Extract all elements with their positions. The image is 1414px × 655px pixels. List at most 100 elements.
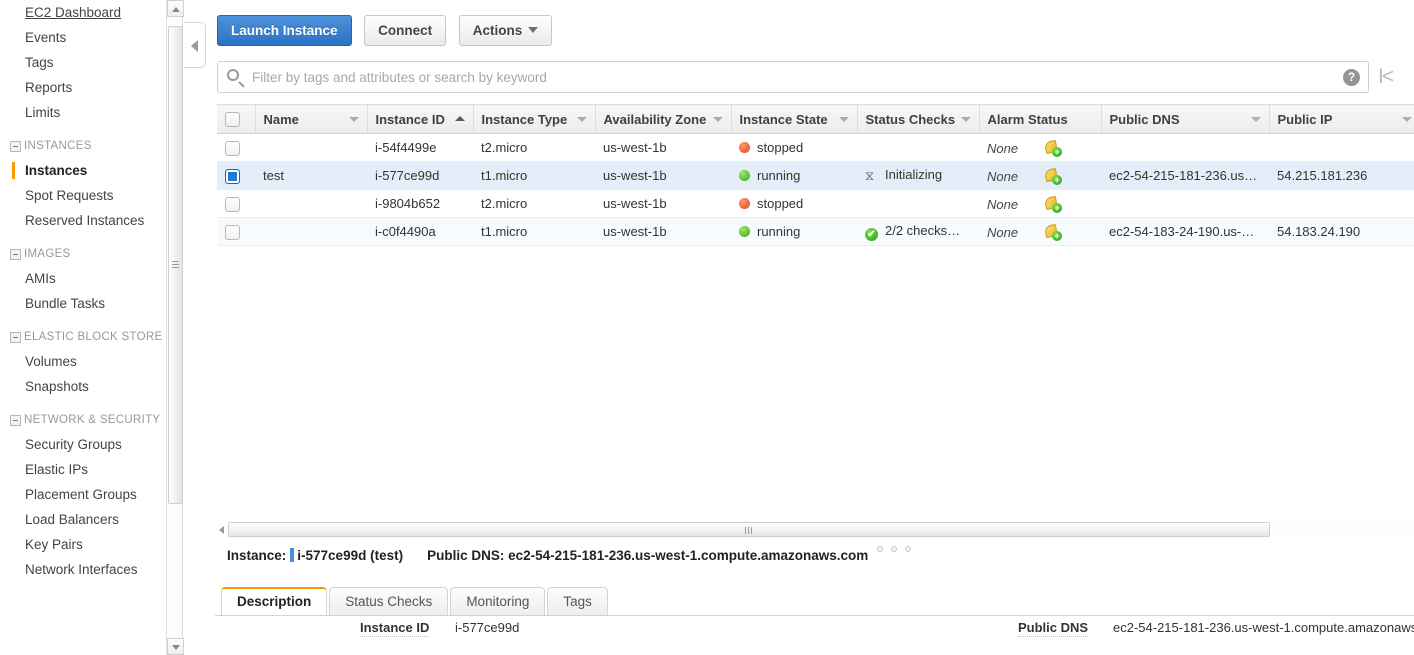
tab-description[interactable]: Description (221, 587, 328, 616)
table-horizontal-scrollbar[interactable] (215, 521, 1414, 538)
cell-public-dns-text: ec2-54-215-181-236.us-… (1109, 168, 1262, 183)
sort-descending-icon[interactable] (1250, 117, 1261, 122)
cell-availability-zone-text: us-west-1b (603, 196, 667, 211)
collapse-group-icon[interactable] (10, 332, 21, 343)
hscroll-thumb[interactable] (228, 522, 1270, 537)
sidebar-item-reserved-instances[interactable]: Reserved Instances (0, 208, 166, 233)
row-checkbox[interactable] (225, 140, 240, 156)
column-header-public-dns[interactable]: Public DNS (1101, 104, 1270, 134)
sidebar-item-label: Network Interfaces (25, 562, 138, 577)
table-body: i-54f4499e t2.micro us-west-1b stopped None +… (217, 133, 1414, 246)
first-page-button[interactable]: I< (1378, 64, 1394, 90)
sidebar-scroll-thumb[interactable] (168, 26, 183, 504)
table-row[interactable]: i-54f4499e t2.micro us-west-1b stopped None + (217, 133, 1414, 162)
sidebar-item-amis[interactable]: AMIs (0, 266, 166, 291)
tab-tags[interactable]: Tags (547, 587, 608, 616)
table-row[interactable]: test i-577ce99d t1.micro us-west-1b running ⧖… (217, 161, 1414, 190)
column-header-alarm-status[interactable]: Alarm Status (979, 104, 1102, 134)
connect-button[interactable]: Connect (364, 15, 447, 46)
sidebar-group-label: IMAGES (24, 248, 71, 260)
status-check-passed-icon: ✔ (865, 227, 878, 241)
instances-table-container: Name Instance ID Instance Type Availability… (217, 104, 1414, 246)
sidebar-scrollbar[interactable] (166, 0, 184, 655)
table-row[interactable]: i-9804b652 t2.micro us-west-1b stopped None + (217, 189, 1414, 218)
column-header-instance-state[interactable]: Instance State (731, 104, 858, 134)
table-row[interactable]: i-c0f4490a t1.micro us-west-1b running ✔ 2/2 … (217, 217, 1414, 246)
sidebar-item-key-pairs[interactable]: Key Pairs (0, 532, 166, 557)
alarm-status-text: None (987, 196, 1019, 212)
sort-descending-icon[interactable] (1401, 117, 1412, 122)
row-checkbox[interactable] (225, 196, 240, 212)
sort-ascending-icon[interactable] (454, 116, 465, 121)
sidebar-item-ec2-dashboard[interactable]: EC2 Dashboard (0, 0, 166, 25)
sort-descending-icon[interactable] (576, 117, 587, 122)
cell-instance-type-text: t2.micro (481, 140, 528, 155)
tab-monitoring[interactable]: Monitoring (450, 587, 546, 616)
select-all-checkbox[interactable] (225, 112, 240, 128)
chevron-down-icon (528, 27, 539, 34)
column-header-instance-id[interactable]: Instance ID (367, 104, 474, 134)
column-header-availability-zone[interactable]: Availability Zone (595, 104, 732, 134)
column-header-instance-type[interactable]: Instance Type (473, 104, 596, 134)
sidebar-item-instances[interactable]: Instances (0, 158, 166, 183)
panel-resize-grip[interactable] (877, 540, 925, 552)
sidebar-item-load-balancers[interactable]: Load Balancers (0, 507, 166, 532)
tab-status-checks[interactable]: Status Checks (329, 587, 449, 616)
collapse-group-icon[interactable] (10, 141, 21, 152)
launch-instance-button[interactable]: Launch Instance (217, 15, 352, 46)
sidebar-item-network-interfaces[interactable]: Network Interfaces (0, 557, 166, 582)
sidebar-item-reports[interactable]: Reports (0, 75, 166, 100)
sidebar-scroll-down-button[interactable] (167, 638, 184, 655)
sidebar-item-elastic-ips[interactable]: Elastic IPs (0, 457, 166, 482)
sidebar-item-tags[interactable]: Tags (0, 50, 166, 75)
detail-tabs: Description Status Checks Monitoring Tags (221, 587, 610, 616)
sidebar-item-security-groups[interactable]: Security Groups (0, 432, 166, 457)
column-header-public-ip[interactable]: Public IP (1269, 104, 1414, 134)
row-select-cell[interactable] (217, 217, 255, 246)
sidebar-item-volumes[interactable]: Volumes (0, 349, 166, 374)
collapse-group-icon[interactable] (10, 249, 21, 260)
sidebar-item-placement-groups[interactable]: Placement Groups (0, 482, 166, 507)
sort-descending-icon[interactable] (838, 117, 849, 122)
create-alarm-bell-icon[interactable]: + (1043, 139, 1063, 157)
row-select-cell[interactable] (217, 133, 255, 162)
actions-button[interactable]: Actions (458, 15, 553, 46)
sidebar-item-snapshots[interactable]: Snapshots (0, 374, 166, 399)
sort-descending-icon[interactable] (960, 117, 971, 122)
detail-public-dns-label: Public DNS: (427, 548, 505, 563)
row-checkbox[interactable] (225, 168, 240, 184)
create-alarm-bell-icon[interactable]: + (1043, 195, 1063, 213)
create-alarm-bell-icon[interactable]: + (1043, 167, 1063, 185)
row-select-cell[interactable] (217, 189, 255, 218)
detail-instance-value: i-577ce99d (test) (297, 548, 404, 563)
search-input[interactable] (250, 62, 1335, 92)
table-header-row: Name Instance ID Instance Type Availability… (217, 104, 1414, 134)
cell-instance-state: stopped (731, 189, 857, 218)
detail-instance-id-label[interactable]: Instance ID (360, 620, 430, 637)
sidebar-scroll-up-button[interactable] (167, 0, 184, 17)
sidebar-item-label: Load Balancers (25, 512, 119, 527)
cell-alarm-status: None + (979, 133, 1101, 162)
help-icon[interactable]: ? (1343, 69, 1360, 86)
hscroll-left-button[interactable] (215, 522, 228, 537)
sort-descending-icon[interactable] (712, 117, 723, 122)
filter-search-bar[interactable]: ? (217, 61, 1369, 93)
collapse-group-icon[interactable] (10, 415, 21, 426)
detail-public-dns-field-label[interactable]: Public DNS (1018, 620, 1089, 637)
sidebar-item-label: Events (25, 30, 67, 45)
row-select-cell[interactable] (217, 161, 255, 190)
collapse-sidebar-button[interactable] (184, 22, 206, 68)
sidebar-item-events[interactable]: Events (0, 25, 166, 50)
hscroll-track[interactable] (228, 521, 1414, 538)
status-check-initializing-icon: ⧖ (865, 168, 875, 183)
row-checkbox[interactable] (225, 224, 240, 240)
column-header-status-checks[interactable]: Status Checks (857, 104, 980, 134)
sidebar-item-spot-requests[interactable]: Spot Requests (0, 183, 166, 208)
sidebar-item-limits[interactable]: Limits (0, 100, 166, 125)
column-header-label: Instance State (739, 111, 828, 127)
column-header-name[interactable]: Name (255, 104, 368, 134)
sort-descending-icon[interactable] (348, 117, 359, 122)
sidebar-item-bundle-tasks[interactable]: Bundle Tasks (0, 291, 166, 316)
create-alarm-bell-icon[interactable]: + (1043, 223, 1063, 241)
sidebar-item-label: Spot Requests (25, 188, 114, 203)
